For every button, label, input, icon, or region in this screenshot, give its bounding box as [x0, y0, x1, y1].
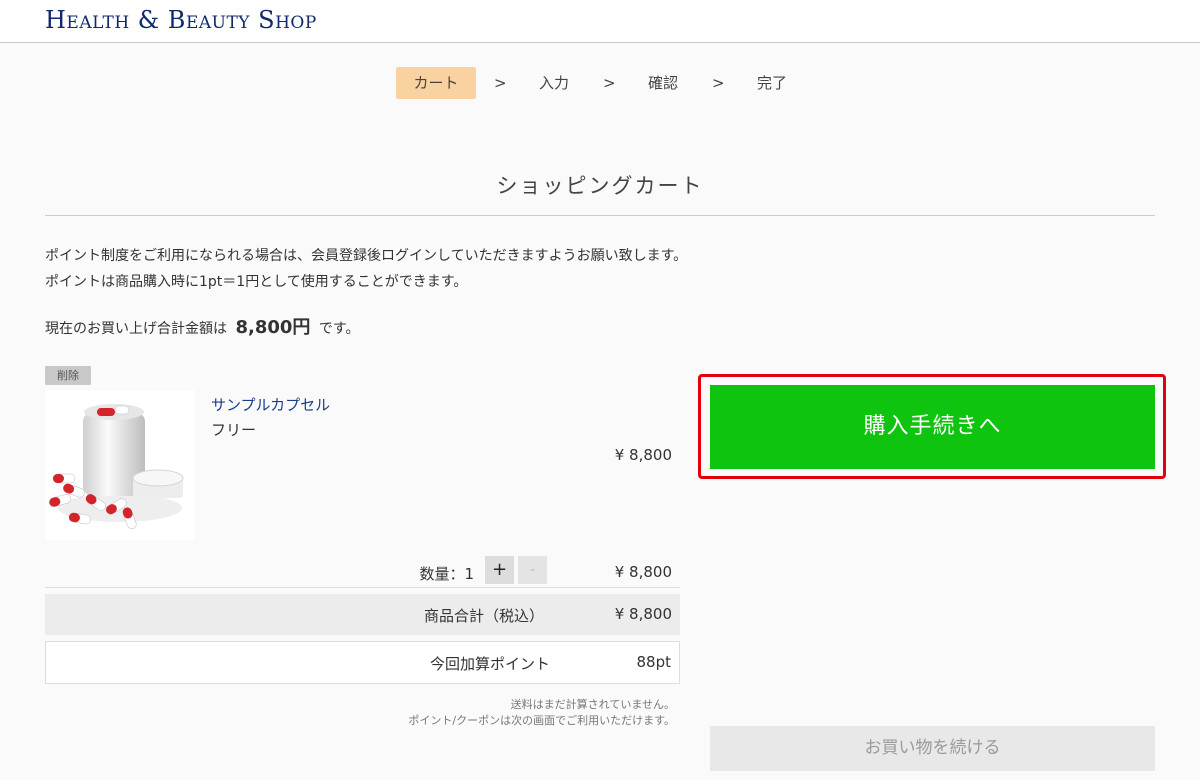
subtotal-row: 商品合計（税込） ¥ 8,800 — [45, 594, 680, 635]
cart-divider — [45, 587, 680, 588]
notice-line: ポイント制度をご利用になられる場合は、会員登録後ログインしていただきますようお願… — [45, 248, 688, 264]
page-title: ショッピングカート — [496, 174, 704, 198]
points-value: 88pt — [636, 653, 672, 671]
points-row: 今回加算ポイント 88pt — [45, 641, 680, 684]
notice-line: ポイントは商品購入時に1pt＝1円として使用することができます。 — [45, 274, 468, 290]
quantity-plus-button[interactable]: + — [485, 556, 514, 584]
step-cart: カート — [396, 67, 476, 99]
shipping-note: 送料はまだ計算されていません。 — [510, 698, 675, 711]
total-prefix: 現在のお買い上げ合計金額は — [45, 321, 227, 337]
coupon-note: ポイント/クーポンは次の画面でご利用いただけます。 — [408, 714, 675, 727]
product-name-link[interactable]: サンプルカプセル — [211, 394, 330, 415]
step-separator: > — [712, 74, 725, 92]
capsule-bottle-icon — [45, 390, 195, 540]
line-item-price: ¥ 8,800 — [614, 563, 672, 581]
step-done: 完了 — [756, 74, 787, 92]
step-separator: > — [494, 74, 507, 92]
subtotal-label: 商品合計（税込） — [423, 607, 544, 625]
step-input: 入力 — [538, 74, 569, 92]
checkout-steps: カート > 入力 > 確認 > 完了 — [0, 67, 1200, 99]
step-separator: > — [603, 74, 616, 92]
total-message: 現在のお買い上げ合計金額は 8,800円 です。 — [45, 313, 359, 339]
title-divider — [45, 215, 1155, 216]
total-amount: 8,800円 — [235, 317, 311, 338]
step-confirm: 確認 — [647, 74, 678, 92]
delete-item-button[interactable]: 削除 — [45, 366, 91, 385]
subtotal-value: ¥ 8,800 — [614, 605, 672, 623]
product-variant: フリー — [211, 421, 257, 439]
total-suffix: です。 — [318, 321, 360, 337]
quantity-minus-button[interactable]: - — [518, 556, 547, 584]
product-unit-price: ¥ 8,800 — [614, 446, 672, 464]
points-label: 今回加算ポイント — [429, 655, 550, 673]
site-header: Health & Beauty Shop — [0, 0, 1200, 43]
checkout-button[interactable]: 購入手続きへ — [710, 385, 1155, 469]
continue-shopping-button[interactable]: お買い物を続ける — [710, 726, 1155, 771]
shop-logo[interactable]: Health & Beauty Shop — [45, 6, 317, 34]
quantity-label: 数量：1 — [419, 565, 474, 583]
product-thumbnail[interactable] — [45, 390, 195, 540]
points-notice: ポイント制度をご利用になられる場合は、会員登録後ログインしていただきますようお願… — [45, 243, 687, 295]
